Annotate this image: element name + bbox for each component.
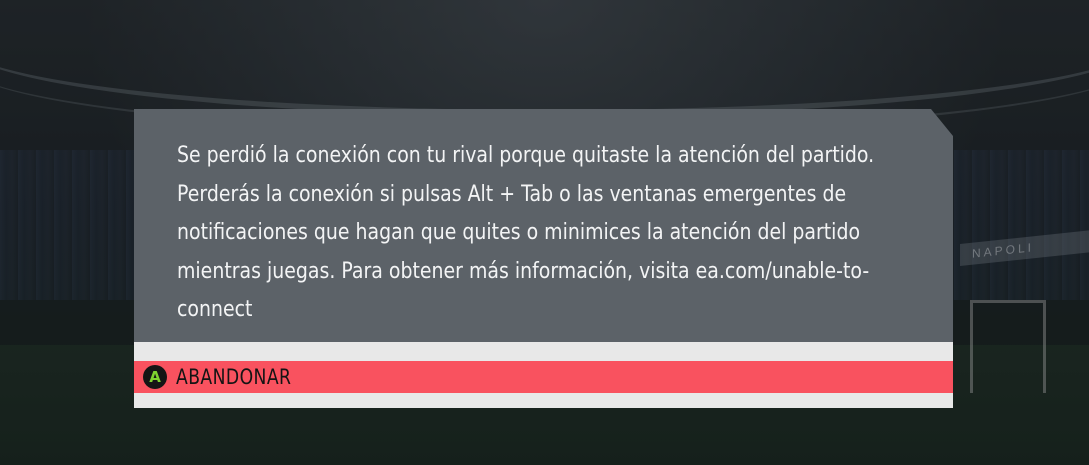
dialog-message-line: connect [177, 297, 253, 322]
dialog-actions: A ABANDONAR [134, 342, 953, 408]
abandon-button[interactable]: A ABANDONAR [134, 361, 953, 393]
game-screen: NAPOLI Se perdió la conexión con tu riva… [0, 0, 1089, 465]
dialog-message-line: Perderás la conexión si pulsas Alt + Tab… [177, 181, 847, 207]
connection-lost-dialog: Se perdió la conexión con tu rival porqu… [134, 109, 953, 408]
dialog-body: Se perdió la conexión con tu rival porqu… [134, 109, 953, 342]
a-button-icon: A [143, 365, 167, 389]
abandon-button-label: ABANDONAR [176, 365, 292, 389]
dialog-message: Se perdió la conexión con tu rival porqu… [177, 137, 907, 330]
dialog-message-line: Se perdió la conexión con tu rival porqu… [177, 143, 875, 168]
dialog-message-line: mientras juegas. Para obtener más inform… [177, 258, 870, 284]
dialog-message-line: notificaciones que hagan que quites o mi… [177, 220, 861, 245]
